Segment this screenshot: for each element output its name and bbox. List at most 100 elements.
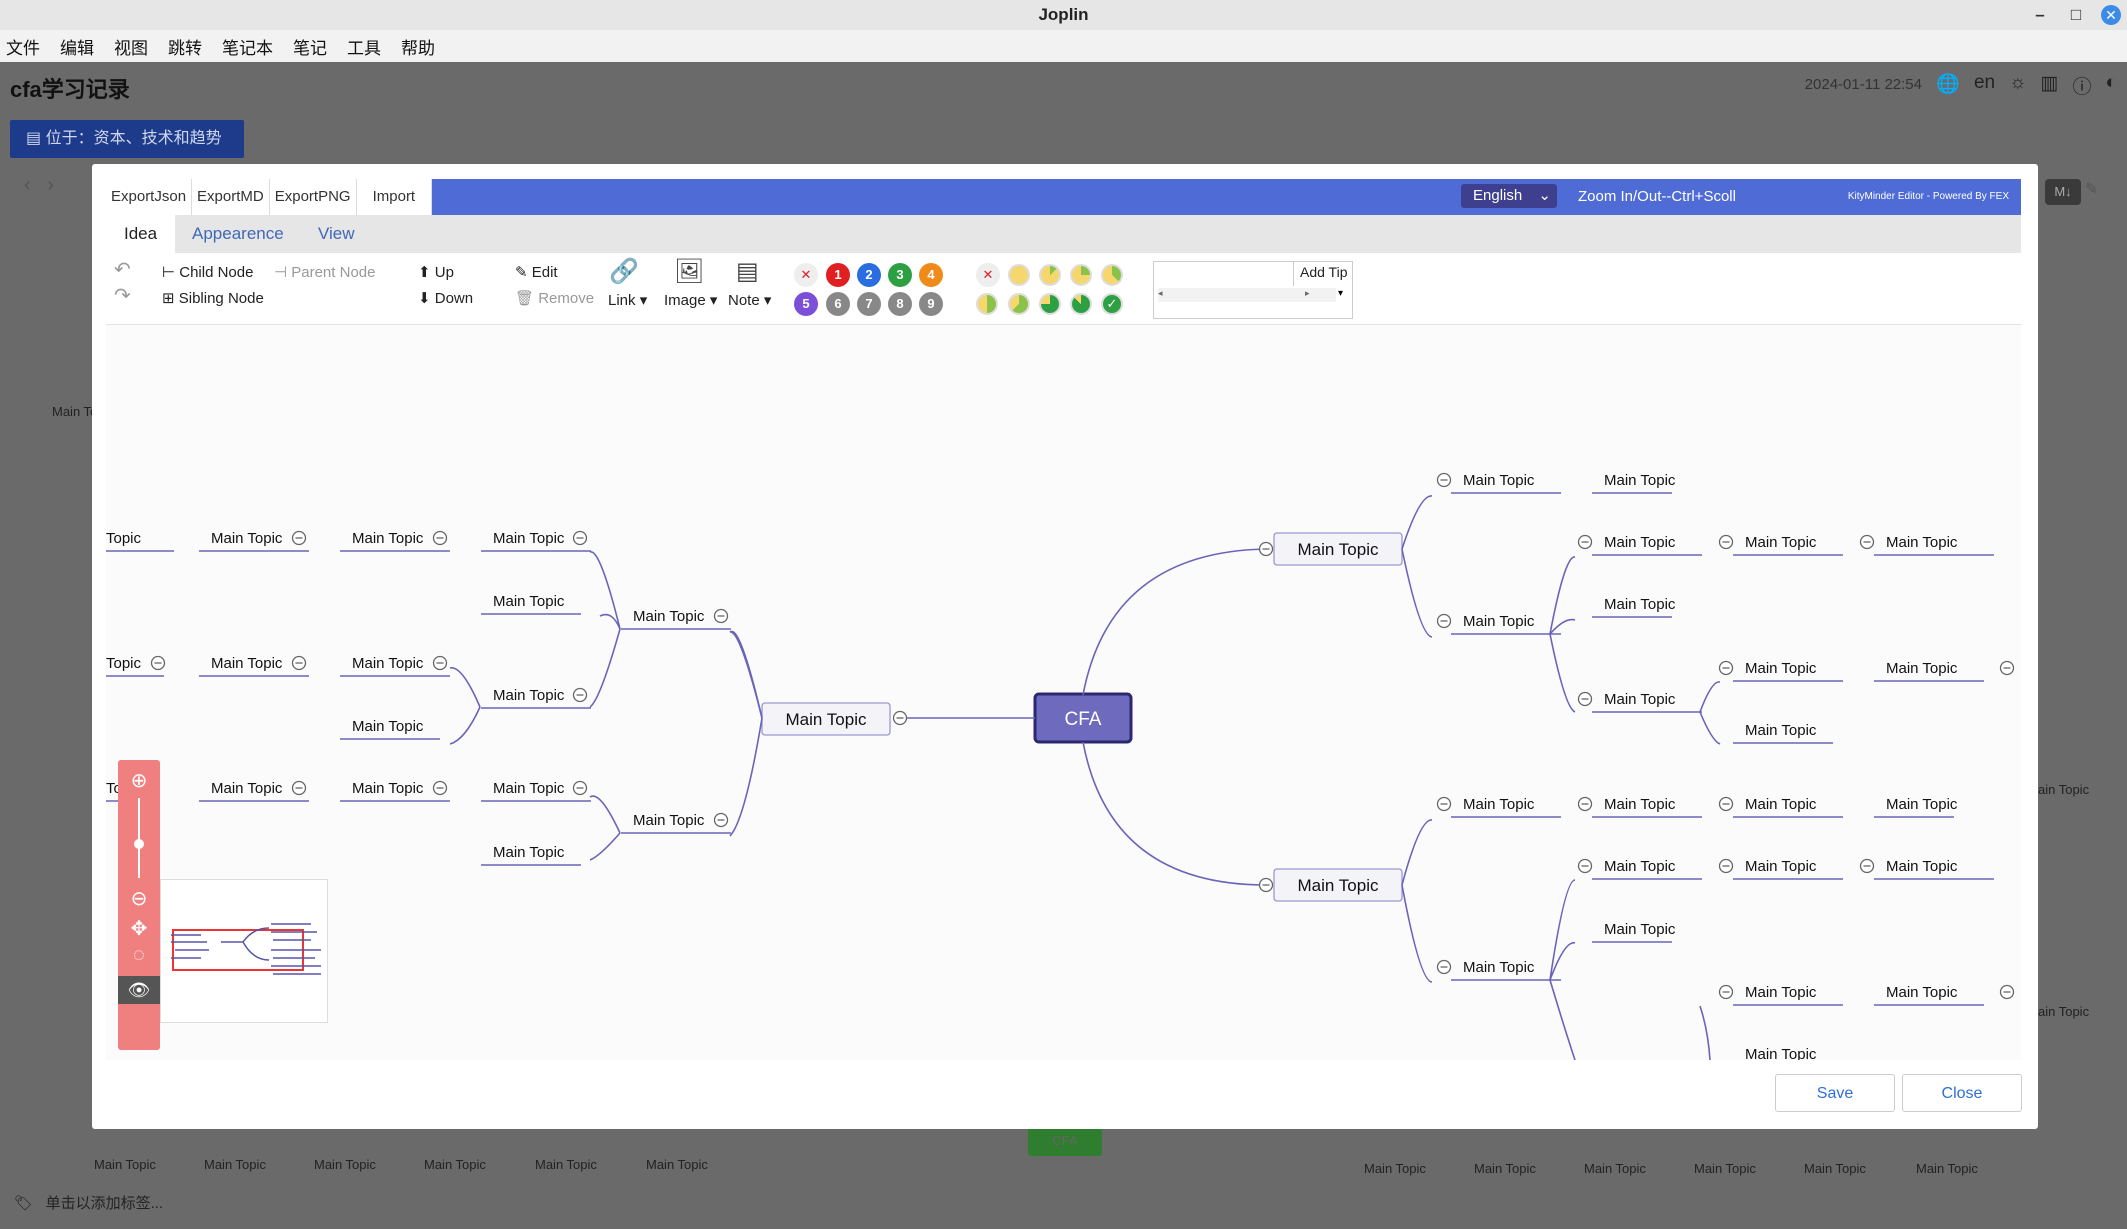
note-icon[interactable]: ▤ — [736, 257, 759, 286]
topic-label[interactable]: Main Topic — [1463, 613, 1535, 630]
add-tip-button[interactable]: Add Tip — [1300, 264, 1347, 280]
export-json-tab[interactable]: ExportJson — [106, 179, 193, 215]
topic-label[interactable]: Main Topic — [1745, 534, 1817, 551]
topic-label[interactable]: Main Topic — [1745, 1046, 1817, 1060]
center-icon[interactable]: ◌ — [128, 944, 150, 967]
menu-help[interactable]: 帮助 — [401, 34, 435, 59]
tag-bar[interactable]: 🏷 单击以添加标签... — [14, 1192, 163, 1213]
priority-4[interactable]: 4 — [919, 263, 943, 287]
tab-appearance[interactable]: Appearence — [192, 215, 284, 253]
topic-label[interactable]: Main Topic — [633, 812, 705, 829]
zoom-slider-thumb[interactable] — [134, 839, 144, 849]
move-icon[interactable]: ✥ — [128, 916, 150, 941]
topic-label[interactable]: Main Topic — [1745, 722, 1817, 739]
child-node-button[interactable]: ⊢ Child Node — [162, 263, 253, 281]
topic-label[interactable]: Main Topic — [1463, 959, 1535, 976]
close-window-button[interactable]: ✕ — [2101, 5, 2121, 25]
topic-label[interactable]: Main Topic — [1886, 660, 1958, 677]
menu-file[interactable]: 文件 — [6, 34, 40, 59]
topic-label[interactable]: Main Topic — [1745, 660, 1817, 677]
zoom-slider-track[interactable] — [138, 798, 140, 878]
priority-2[interactable]: 2 — [857, 263, 881, 287]
layout-icon[interactable]: ▥ — [2041, 72, 2059, 99]
globe-icon[interactable]: 🌐 — [1936, 72, 1960, 99]
topic-label[interactable]: Main Topic — [1604, 921, 1676, 938]
progress-done-icon[interactable]: ✓ — [1101, 293, 1123, 315]
down-button[interactable]: ⬇ Down — [418, 289, 473, 307]
main-topic-label[interactable]: Main Topic — [1298, 540, 1379, 559]
topic-label[interactable]: Main Topic — [1886, 534, 1958, 551]
topic-label[interactable]: Main Topic — [1604, 534, 1676, 551]
topic-label[interactable]: Main Topic — [1604, 596, 1676, 613]
save-button[interactable]: Save — [1775, 1074, 1895, 1112]
close-button[interactable]: Close — [1902, 1074, 2022, 1112]
language-select[interactable]: English ⌄ — [1461, 184, 1557, 208]
topic-label[interactable]: Topic — [106, 530, 142, 547]
minimize-button[interactable]: – — [2029, 0, 2051, 30]
topic-label[interactable]: Main Topic — [1886, 796, 1958, 813]
topic-label[interactable]: Main Topic — [1604, 691, 1676, 708]
progress-6-icon[interactable] — [1039, 293, 1061, 315]
topic-label[interactable]: Main Topic — [1463, 796, 1535, 813]
tab-view[interactable]: View — [318, 215, 355, 253]
redo-icon[interactable]: ↷ — [114, 283, 131, 308]
minimap[interactable] — [160, 879, 328, 1023]
tip-scrollbar[interactable]: ◂ ▸ — [1158, 288, 1336, 302]
main-topic-label[interactable]: Main Topic — [1298, 876, 1379, 895]
topic-label[interactable]: Main Topic — [211, 655, 283, 672]
up-button[interactable]: ⬆ Up — [418, 263, 454, 281]
note-title[interactable]: cfa学习记录 — [10, 72, 130, 104]
image-icon[interactable]: 🖼 — [674, 257, 704, 286]
menu-tools[interactable]: 工具 — [347, 34, 381, 59]
progress-clear-icon[interactable]: ✕ — [976, 263, 1000, 287]
menu-view[interactable]: 视图 — [114, 34, 148, 59]
root-label[interactable]: CFA — [1065, 709, 1102, 730]
priority-clear-icon[interactable]: ✕ — [794, 263, 818, 287]
sun-icon[interactable]: ☼ — [2009, 72, 2026, 99]
progress-3-icon[interactable] — [1101, 264, 1123, 286]
topic-label[interactable]: Main Topic — [493, 687, 565, 704]
tip-dropdown[interactable]: ▾ — [1338, 288, 1343, 299]
menu-note[interactable]: 笔记 — [293, 34, 327, 59]
topic-label[interactable]: Main Topic — [1886, 858, 1958, 875]
topic-label[interactable]: Main Topic — [493, 844, 565, 861]
tip-input[interactable] — [1154, 262, 1294, 286]
export-png-tab[interactable]: ExportPNG — [270, 179, 357, 215]
topic-label[interactable]: Main Topic — [1745, 858, 1817, 875]
remove-button[interactable]: 🗑 Remove — [515, 289, 594, 307]
main-topic-label[interactable]: Main Topic — [786, 710, 867, 729]
image-button[interactable]: Image ▾ — [664, 291, 717, 309]
edit-button[interactable]: ✎ Edit — [515, 263, 558, 281]
topic-label[interactable]: Main Topic — [211, 530, 283, 547]
progress-4-icon[interactable] — [976, 293, 998, 315]
topic-label[interactable]: Main Topic — [211, 780, 283, 797]
menu-notebook[interactable]: 笔记本 — [222, 34, 273, 59]
parent-node-button[interactable]: ⊣ Parent Node — [274, 263, 375, 281]
topic-label[interactable]: Main Topic — [352, 530, 424, 547]
maximize-button[interactable]: □ — [2065, 0, 2087, 30]
eye-icon[interactable]: 👁 — [118, 976, 160, 1004]
topic-label[interactable]: Main Topic — [493, 593, 565, 610]
tab-idea[interactable]: Idea — [106, 215, 176, 253]
sibling-node-button[interactable]: ⊞ Sibling Node — [162, 289, 264, 307]
zoom-in-icon[interactable]: ⊕ — [128, 768, 150, 793]
topic-label[interactable]: Main Topic — [1604, 472, 1676, 489]
export-md-tab[interactable]: ExportMD — [192, 179, 270, 215]
priority-1[interactable]: 1 — [826, 263, 850, 287]
undo-icon[interactable]: ↶ — [114, 257, 131, 282]
progress-7-icon[interactable] — [1070, 293, 1092, 315]
note-button[interactable]: Note ▾ — [728, 291, 771, 309]
link-button[interactable]: Link ▾ — [608, 291, 647, 309]
zoom-out-icon[interactable]: ⊖ — [128, 886, 150, 911]
note-lang[interactable]: en — [1974, 72, 1995, 99]
topic-label[interactable]: Main Topic — [1463, 472, 1535, 489]
priority-7[interactable]: 7 — [857, 292, 881, 316]
mindmap-canvas[interactable]: CFA Main Topic Main Topic Main Topic Main To… — [106, 325, 2021, 1060]
topic-label[interactable]: Topic — [106, 655, 142, 672]
priority-6[interactable]: 6 — [826, 292, 850, 316]
import-tab[interactable]: Import — [357, 179, 433, 215]
menu-edit[interactable]: 编辑 — [60, 34, 94, 59]
topic-label[interactable]: Main Topic — [493, 780, 565, 797]
priority-3[interactable]: 3 — [888, 263, 912, 287]
topic-label[interactable]: Main Topic — [1604, 796, 1676, 813]
